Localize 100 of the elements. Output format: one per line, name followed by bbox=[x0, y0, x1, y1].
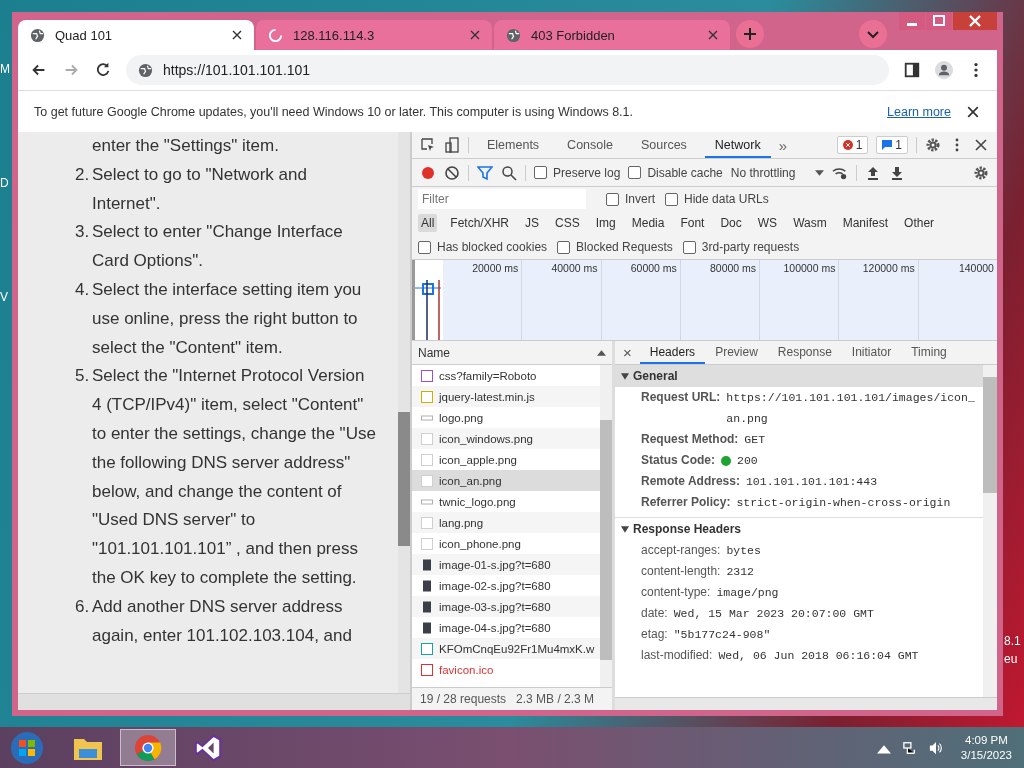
type-filter-button[interactable]: All bbox=[418, 214, 438, 232]
header-value: Wed, 06 Jun 2018 06:16:04 GMT bbox=[718, 648, 919, 664]
checkbox-option[interactable]: Invert bbox=[606, 192, 655, 206]
header-name: Remote Address: bbox=[641, 473, 740, 490]
desktop-icon-label[interactable]: M bbox=[0, 60, 10, 78]
desktop-icon-label[interactable]: D bbox=[0, 174, 10, 192]
request-row[interactable]: image-04-s.jpg?t=680 bbox=[412, 617, 600, 638]
checkbox-option[interactable]: 3rd-party requests bbox=[682, 240, 800, 254]
checkbox-option[interactable]: Preserve log bbox=[534, 165, 621, 180]
scrollbar[interactable] bbox=[615, 697, 997, 710]
timeline-tick-label: 100000 ms bbox=[783, 262, 836, 274]
maximize-button[interactable] bbox=[926, 12, 952, 30]
type-filter-button[interactable]: Doc bbox=[717, 214, 745, 232]
browser-tab[interactable]: 403 Forbidden bbox=[494, 20, 730, 50]
type-filter-button[interactable]: Img bbox=[592, 214, 619, 232]
type-filter-button[interactable]: WS bbox=[754, 214, 781, 232]
error-count-badge[interactable]: 1 bbox=[836, 136, 869, 154]
devtools-tab[interactable]: Elements bbox=[477, 132, 550, 158]
header-name: Request Method: bbox=[641, 431, 739, 448]
checkbox-option[interactable]: Hide data URLs bbox=[665, 192, 769, 206]
scrollbar[interactable] bbox=[18, 693, 410, 710]
browser-tab[interactable]: Quad 101 bbox=[18, 20, 254, 50]
devtools-tab[interactable]: Console bbox=[557, 132, 623, 158]
tab-search-button[interactable] bbox=[859, 20, 887, 48]
search-icon[interactable] bbox=[501, 164, 517, 181]
column-header[interactable]: Name bbox=[418, 345, 450, 360]
request-row[interactable]: css?family=Roboto bbox=[412, 365, 600, 386]
timeline-tick-label: 40000 ms bbox=[551, 262, 598, 274]
clock-time[interactable]: 4:09 PM bbox=[965, 732, 1008, 748]
checkbox-option[interactable]: Blocked Requests bbox=[557, 240, 673, 254]
scrollbar[interactable] bbox=[983, 365, 997, 697]
desktop-icon-label[interactable]: eu bbox=[1004, 650, 1021, 668]
close-button[interactable] bbox=[953, 12, 997, 30]
browser-tab[interactable]: 128.116.114.3 bbox=[256, 20, 492, 50]
request-row[interactable]: KFOmCnqEu92Fr1Mu4mxK.w bbox=[412, 638, 600, 659]
timeline-tick-label: 120000 ms bbox=[862, 262, 915, 274]
scrollbar[interactable] bbox=[600, 365, 612, 687]
throttling-dropdown[interactable]: No throttling bbox=[730, 165, 825, 180]
filter-input[interactable]: Filter bbox=[418, 189, 586, 209]
close-icon[interactable] bbox=[967, 105, 979, 118]
settings-icon[interactable] bbox=[973, 164, 989, 181]
settings-icon[interactable] bbox=[925, 137, 941, 153]
section-header[interactable]: General bbox=[615, 365, 983, 387]
more-tabs-button[interactable]: » bbox=[778, 136, 788, 154]
request-row[interactable]: icon_windows.png bbox=[412, 428, 600, 449]
inspect-icon[interactable] bbox=[420, 137, 436, 153]
device-toolbar-icon[interactable] bbox=[444, 137, 460, 153]
reload-icon[interactable] bbox=[94, 61, 112, 79]
type-filter-button[interactable]: JS bbox=[522, 214, 543, 232]
section-header[interactable]: Response Headers bbox=[615, 518, 983, 540]
request-row[interactable]: icon_an.png bbox=[412, 470, 600, 491]
checkbox-option[interactable]: Has blocked cookies bbox=[418, 240, 548, 254]
timeline-tick-label: 80000 ms bbox=[710, 262, 757, 274]
type-filter-button[interactable]: Fetch/XHR bbox=[447, 214, 513, 232]
request-row[interactable]: logo.png bbox=[412, 407, 600, 428]
type-filter-button[interactable]: Wasm bbox=[790, 214, 830, 232]
desktop-icon-label[interactable]: V bbox=[0, 288, 10, 306]
details-tab[interactable]: Preview bbox=[705, 341, 768, 364]
desktop-icon-label[interactable]: 8.1 bbox=[1004, 632, 1021, 650]
volume-icon[interactable] bbox=[928, 740, 943, 755]
request-row[interactable]: twnic_logo.png bbox=[412, 491, 600, 512]
scrollbar[interactable] bbox=[398, 132, 410, 693]
close-icon[interactable] bbox=[973, 137, 989, 153]
type-filter-button[interactable]: Font bbox=[677, 214, 708, 232]
details-tab[interactable]: Response bbox=[767, 341, 842, 364]
details-tab[interactable]: Initiator bbox=[841, 341, 902, 364]
details-tab[interactable]: Timing bbox=[901, 341, 957, 364]
learn-more-link[interactable]: Learn more bbox=[887, 104, 951, 119]
side-panel-icon[interactable] bbox=[903, 61, 921, 79]
checkbox-option[interactable]: Disable cache bbox=[628, 165, 723, 180]
request-row[interactable]: image-01-s.jpg?t=680 bbox=[412, 554, 600, 575]
type-filter-button[interactable]: Other bbox=[901, 214, 938, 232]
type-filter-button[interactable]: Media bbox=[628, 214, 668, 232]
new-tab-button[interactable] bbox=[736, 20, 764, 48]
type-filter-button[interactable]: Manifest bbox=[839, 214, 892, 232]
header-value: 200 bbox=[737, 453, 758, 469]
request-row[interactable]: icon_phone.png bbox=[412, 533, 600, 554]
header-name: Referrer Policy: bbox=[641, 494, 731, 511]
network-icon[interactable] bbox=[902, 740, 917, 755]
filter-icon[interactable] bbox=[477, 164, 493, 181]
message-count-badge[interactable]: 1 bbox=[876, 136, 908, 154]
minimize-button[interactable] bbox=[899, 12, 925, 30]
start-button[interactable] bbox=[10, 730, 44, 765]
request-row[interactable]: lang.png bbox=[412, 512, 600, 533]
clear-icon[interactable] bbox=[444, 164, 460, 181]
profile-icon[interactable] bbox=[935, 61, 953, 79]
type-filter-button[interactable]: CSS bbox=[552, 214, 583, 232]
request-row[interactable]: icon_apple.png bbox=[412, 449, 600, 470]
header-value: 2312 bbox=[726, 564, 754, 580]
devtools-tab[interactable]: Sources bbox=[631, 132, 697, 158]
request-row[interactable]: image-02-s.jpg?t=680 bbox=[412, 575, 600, 596]
request-row[interactable]: jquery-latest.min.js bbox=[412, 386, 600, 407]
request-row[interactable]: image-03-s.jpg?t=680 bbox=[412, 596, 600, 617]
close-icon[interactable] bbox=[232, 30, 242, 40]
summary-text: 2.3 MB / 2.3 M bbox=[516, 692, 595, 706]
close-button[interactable]: × bbox=[623, 344, 632, 361]
record-icon[interactable] bbox=[420, 164, 436, 181]
address-bar[interactable]: https://101.101.101.101 bbox=[126, 55, 889, 85]
request-row[interactable]: favicon.ico bbox=[412, 659, 600, 680]
clock-date[interactable]: 3/15/2023 bbox=[960, 747, 1012, 763]
